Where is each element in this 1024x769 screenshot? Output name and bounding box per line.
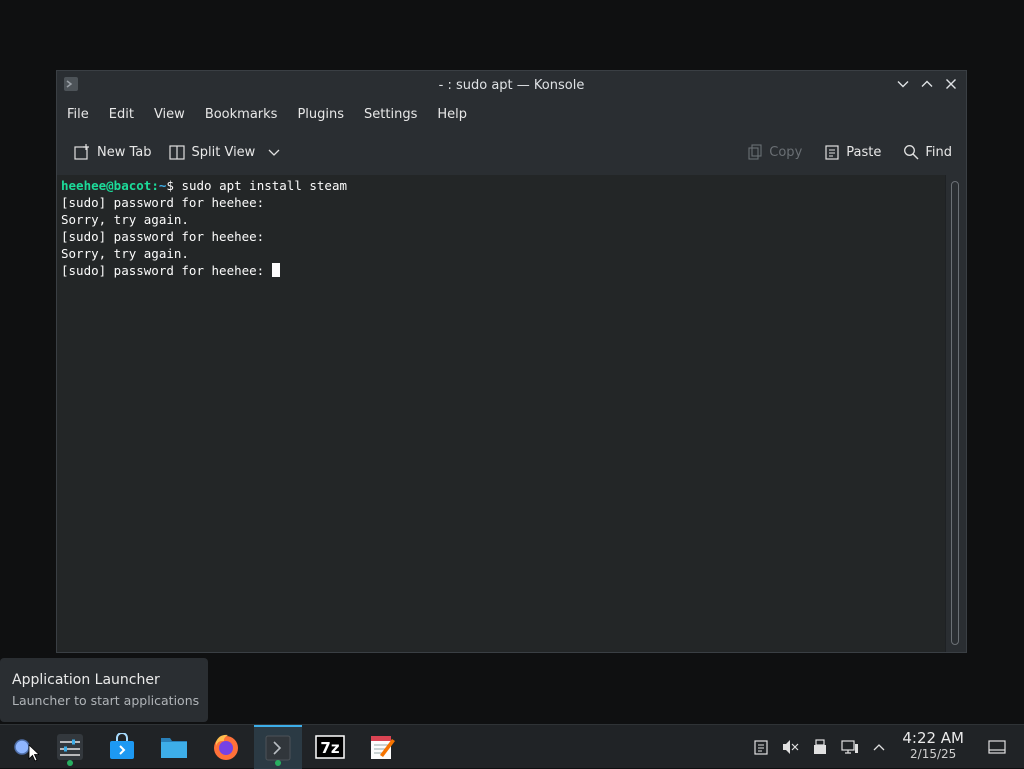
launcher-tooltip: Application Launcher Launcher to start a… [0,658,208,722]
search-icon [904,145,919,160]
scrollbar[interactable] [945,175,966,652]
new-tab-button[interactable]: New Tab [67,139,158,165]
split-view-label: Split View [191,144,256,160]
7zip-icon[interactable]: 7z [306,725,354,769]
terminal-line: Sorry, try again. [61,246,189,261]
menu-bookmarks[interactable]: Bookmarks [199,107,284,122]
tooltip-title: Application Launcher [12,672,160,688]
menu-help[interactable]: Help [431,107,473,122]
terminal-line: [sudo] password for heehee: [61,229,265,244]
terminal-line: [sudo] password for heehee: [61,195,265,210]
volume-muted-icon[interactable] [780,737,800,757]
konsole-window: - : sudo apt — Konsole File Edit View Bo… [56,70,967,653]
window-title: - : sudo apt — Konsole [438,77,585,93]
find-button[interactable]: Find [897,140,958,164]
text-cursor [271,263,280,277]
menu-view[interactable]: View [148,107,191,122]
konsole-app-icon[interactable] [63,76,79,92]
terminal-command-line: heehee@bacot:~$ sudo apt install steam [61,177,942,194]
dolphin-files-icon[interactable] [150,725,198,769]
toolbar: New Tab Split View Copy Paste Find [57,129,966,176]
copy-icon [748,144,762,160]
copy-button[interactable]: Copy [741,140,808,164]
clipboard-icon[interactable] [751,737,771,757]
chevron-up-icon[interactable] [869,737,889,757]
terminal-output[interactable]: heehee@bacot:~$ sudo apt install steam [s… [57,175,946,652]
scrollbar-handle[interactable] [951,181,959,645]
menu-bar: File Edit View Bookmarks Plugins Setting… [57,99,966,129]
network-wired-icon[interactable] [840,737,860,757]
new-tab-label: New Tab [97,144,152,160]
tooltip-subtitle: Launcher to start applications [12,693,200,708]
clock[interactable]: 4:22 AM 2/15/25 [902,729,964,761]
terminal-input-line[interactable]: [sudo] password for heehee: [61,262,942,279]
maximize-icon[interactable] [918,75,936,93]
terminal-command: sudo apt install steam [181,178,348,193]
taskbar: 7z 4:22 AM 2/15/25 [0,724,1024,769]
running-indicator [275,760,281,766]
chevron-down-icon[interactable] [267,145,281,159]
paste-icon [825,145,839,160]
show-desktop-icon[interactable] [987,737,1007,757]
clock-time: 4:22 AM [902,729,964,747]
copy-label: Copy [769,144,803,160]
usb-device-icon[interactable] [810,737,830,757]
paste-label: Paste [846,144,882,160]
prompt-separator: : [151,178,159,193]
system-settings-icon[interactable] [46,725,94,769]
terminal-line: Sorry, try again. [61,212,189,227]
discover-store-icon[interactable] [98,725,146,769]
close-icon[interactable] [942,75,960,93]
menu-plugins[interactable]: Plugins [291,107,350,122]
clock-date: 2/15/25 [910,747,957,761]
minimize-icon[interactable] [894,75,912,93]
text-editor-icon[interactable] [358,725,406,769]
7zip-label: 7z [320,739,339,757]
new-tab-icon [74,144,89,160]
title-bar[interactable]: - : sudo apt — Konsole [57,71,966,99]
menu-file[interactable]: File [61,107,95,122]
konsole-icon[interactable] [254,725,302,769]
split-view-button[interactable]: Split View [162,139,288,165]
find-label: Find [925,144,952,160]
menu-settings[interactable]: Settings [358,107,423,122]
application-launcher-icon[interactable] [0,725,48,769]
password-prompt: [sudo] password for heehee: [61,263,272,278]
split-view-icon [168,145,185,160]
running-indicator [67,760,73,766]
prompt-symbol: $ [166,178,182,193]
menu-edit[interactable]: Edit [103,107,140,122]
firefox-icon[interactable] [202,725,250,769]
paste-button[interactable]: Paste [818,140,887,164]
prompt-user: heehee@bacot [61,178,152,193]
